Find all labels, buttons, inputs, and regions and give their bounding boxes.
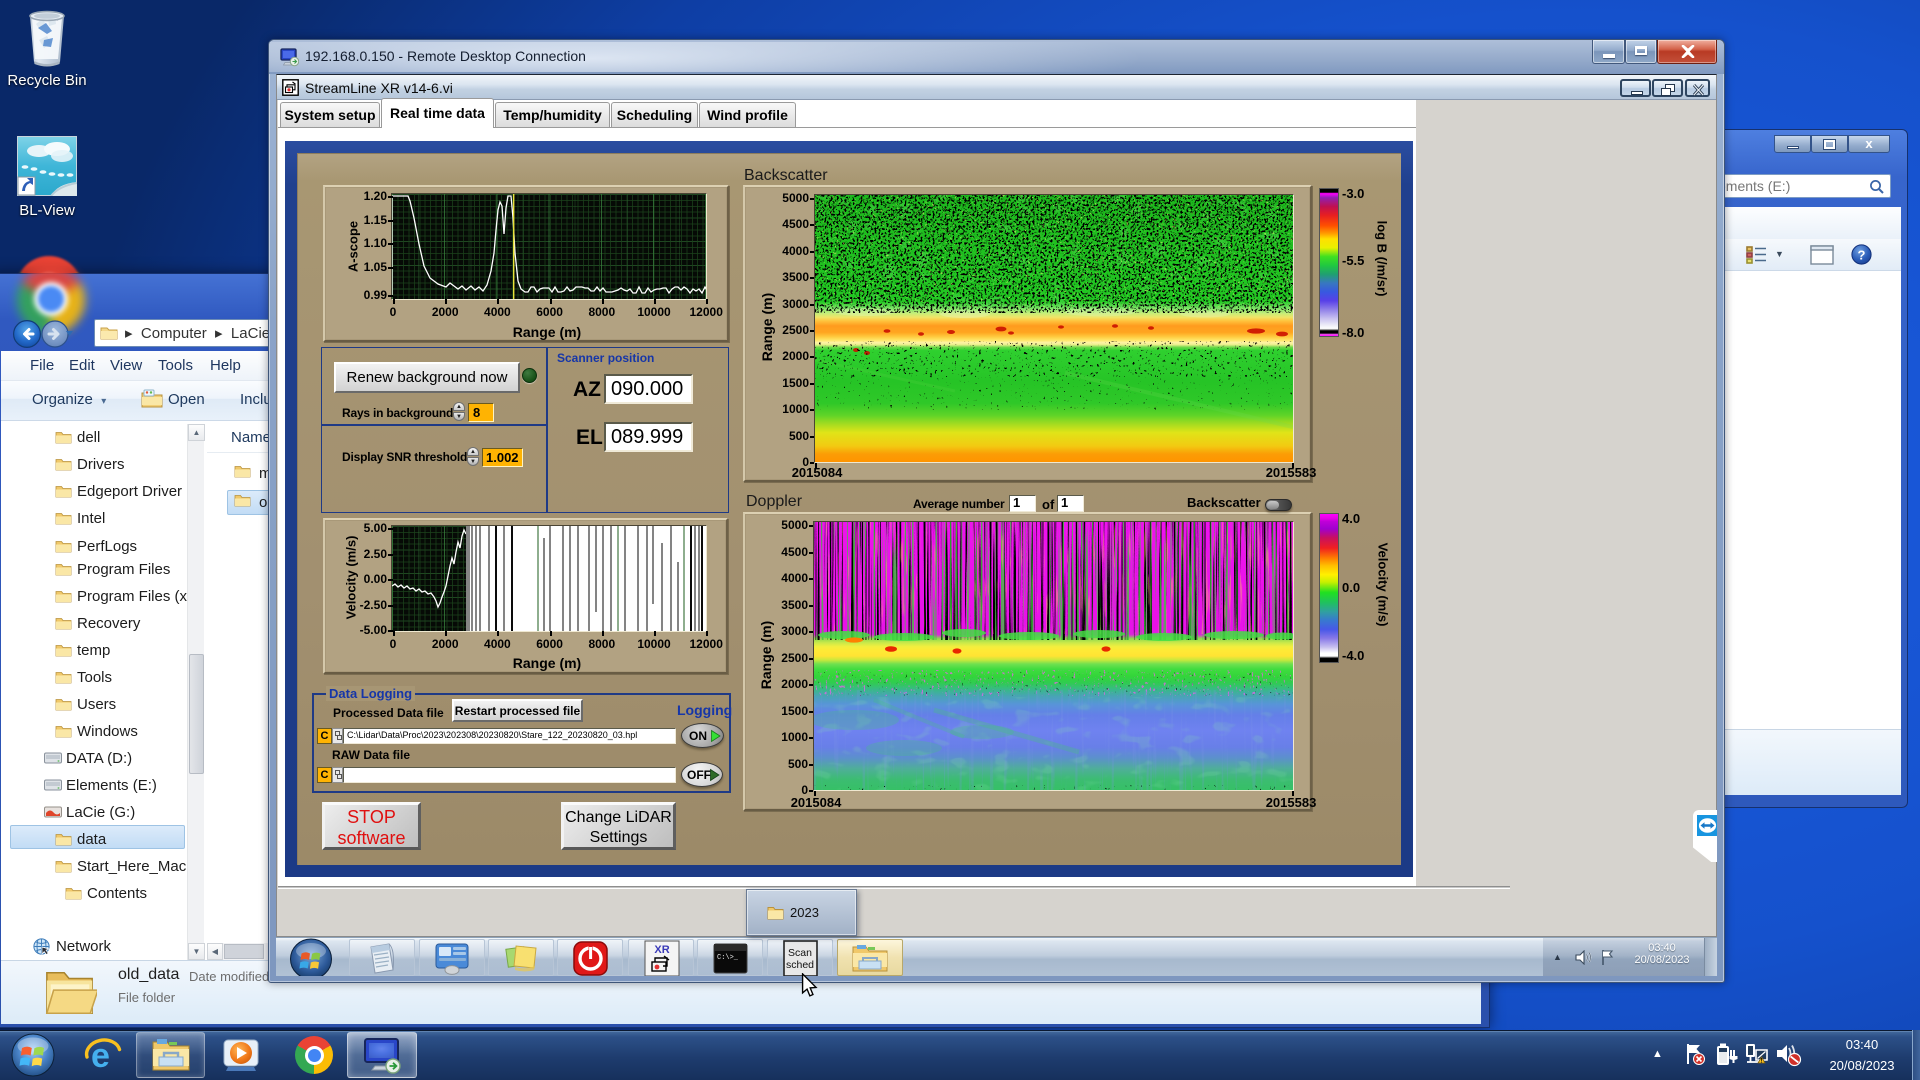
svg-text:C:\>_: C:\>_ (717, 954, 739, 962)
svg-text:Scan: Scan (788, 947, 812, 959)
svg-text:XR: XR (654, 944, 669, 956)
svg-text:!: ! (1761, 1058, 1763, 1064)
svg-text:?: ? (1858, 247, 1866, 262)
svg-text:sched: sched (786, 959, 814, 971)
